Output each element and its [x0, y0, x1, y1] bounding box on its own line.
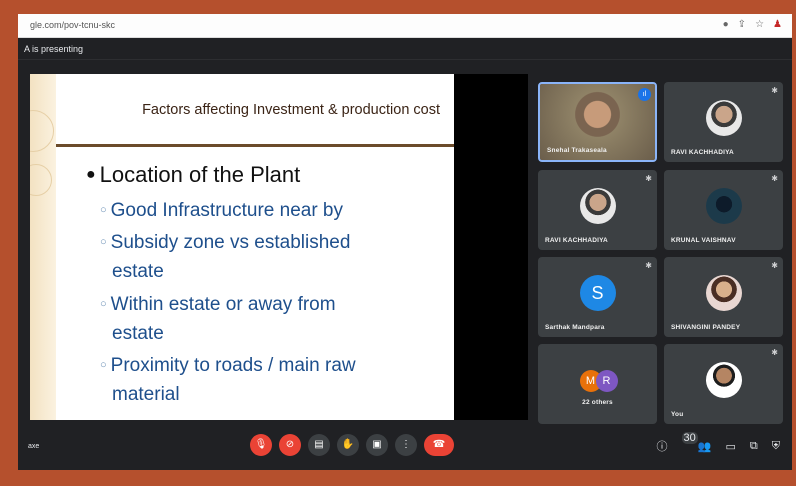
- self-tile[interactable]: ✱ You: [664, 344, 783, 424]
- others-avatars: M R: [579, 370, 618, 392]
- participant-name: SHIVANGINI PANDEY: [671, 324, 741, 331]
- others-count: 22 others: [582, 399, 613, 406]
- captions-icon: ▤: [314, 439, 324, 450]
- avatar: [705, 275, 742, 311]
- hand-icon: ✋: [341, 439, 355, 450]
- slide-decoration: [30, 74, 56, 420]
- slide-main-bullet-text: Location of the Plant: [99, 162, 301, 187]
- key-icon[interactable]: ●: [723, 18, 729, 32]
- more-options-button[interactable]: ⋮: [395, 434, 417, 456]
- presentation-slide: Factors affecting Investment & productio…: [30, 74, 454, 420]
- participant-name: RAVI KACHHADIYA: [545, 237, 608, 244]
- slide-sub-text: estate: [112, 323, 164, 344]
- slide-sub-bullet: ○ Subsidy zone vs established estate: [100, 228, 440, 286]
- browser-address-bar[interactable]: gle.com/pov-tcnu-skc ● ⇪ ☆ ♟: [18, 14, 792, 38]
- slide-sub-text: material: [112, 384, 180, 405]
- share-icon[interactable]: ⇪: [738, 18, 746, 32]
- chat-icon[interactable]: ▭: [725, 440, 735, 453]
- slide-header: Factors affecting Investment & productio…: [56, 74, 454, 144]
- presenting-text: A is presenting: [24, 44, 84, 54]
- side-controls: ⓘ 30👥 ▭ ⧉ ⛨: [657, 431, 780, 454]
- presenting-banner: A is presenting: [18, 38, 792, 60]
- meeting-code: axe: [28, 443, 40, 450]
- participant-name: RAVI KACHHADIYA: [671, 149, 734, 156]
- participant-tile[interactable]: ✱ S Sarthak Mandpara: [538, 257, 657, 337]
- mic-muted-icon: ✱: [645, 174, 652, 183]
- participant-count-badge: 30: [681, 431, 698, 444]
- browser-icons: ● ⇪ ☆ ♟: [723, 18, 782, 32]
- camera-off-button[interactable]: ⊘: [279, 434, 301, 456]
- captions-button[interactable]: ▤: [308, 434, 330, 456]
- avatar: [705, 100, 742, 136]
- mic-muted-icon: ✱: [645, 261, 652, 270]
- avatar: [579, 188, 616, 224]
- slide-sub-text: Proximity to roads / main raw: [110, 355, 356, 376]
- mic-off-button[interactable]: 🎙: [250, 434, 272, 456]
- slide-sub-bullet: ○ Good Infrastructure near by: [100, 200, 343, 221]
- profile-icon[interactable]: ♟: [773, 18, 782, 32]
- slide-main-bullet: ● Location of the Plant: [86, 162, 301, 187]
- phone-hangup-icon: ☎: [432, 439, 446, 450]
- participant-tile[interactable]: ıl Snehal Trakaseala: [538, 82, 657, 162]
- participant-tile[interactable]: ✱ SHIVANGINI PANDEY: [664, 257, 783, 337]
- mic-muted-icon: ✱: [771, 348, 778, 357]
- slide-sub-text: estate: [112, 261, 164, 282]
- control-bar: axe 🎙 ⊘ ▤ ✋ ▣ ⋮ ☎ ⓘ 30👥 ▭ ⧉ ⛨: [18, 426, 792, 470]
- participant-tile[interactable]: ✱ RAVI KACHHADIYA: [538, 170, 657, 250]
- participant-name: You: [671, 411, 684, 418]
- activities-icon[interactable]: ⧉: [750, 440, 758, 453]
- people-icon[interactable]: 30👥: [681, 431, 711, 453]
- slide-title: Factors affecting Investment & productio…: [142, 102, 440, 118]
- avatar: S: [579, 275, 616, 311]
- slide-sub-text: Subsidy zone vs established: [110, 232, 351, 253]
- call-controls: 🎙 ⊘ ▤ ✋ ▣ ⋮ ☎: [250, 434, 454, 456]
- star-icon[interactable]: ☆: [755, 18, 764, 32]
- avatar: [705, 188, 742, 224]
- info-icon[interactable]: ⓘ: [657, 438, 668, 454]
- raise-hand-button[interactable]: ✋: [337, 434, 359, 456]
- leave-call-button[interactable]: ☎: [424, 434, 454, 456]
- participant-name: Snehal Trakaseala: [547, 147, 607, 154]
- slide-sub-bullet: ○ Within estate or away from estate: [100, 290, 440, 348]
- participant-tile[interactable]: ✱ KRUNAL VAISHNAV: [664, 170, 783, 250]
- presentation-letterbox: [454, 74, 528, 420]
- host-controls-icon[interactable]: ⛨: [772, 440, 780, 453]
- camera-off-icon: ⊘: [285, 439, 295, 450]
- participant-name: Sarthak Mandpara: [545, 324, 605, 331]
- avatar: [705, 362, 742, 398]
- avatar: R: [595, 370, 618, 392]
- mic-off-icon: 🎙: [254, 439, 268, 450]
- url-text[interactable]: gle.com/pov-tcnu-skc: [30, 20, 115, 30]
- slide-sub-text: Good Infrastructure near by: [110, 200, 343, 221]
- slide-sub-bullet: ○ Proximity to roads / main raw material: [100, 351, 440, 409]
- slide-divider: [56, 144, 454, 147]
- mic-muted-icon: ✱: [771, 174, 778, 183]
- speaking-indicator-icon: ıl: [638, 88, 651, 101]
- participant-tile[interactable]: ✱ RAVI KACHHADIYA: [664, 82, 783, 162]
- present-icon: ▣: [372, 439, 382, 450]
- slide-sub-text: Within estate or away from: [110, 294, 336, 315]
- present-button[interactable]: ▣: [366, 434, 388, 456]
- more-icon: ⋮: [401, 439, 411, 450]
- mic-muted-icon: ✱: [771, 261, 778, 270]
- mic-muted-icon: ✱: [771, 86, 778, 95]
- meet-window: gle.com/pov-tcnu-skc ● ⇪ ☆ ♟ A is presen…: [18, 14, 792, 470]
- participant-name: KRUNAL VAISHNAV: [671, 237, 736, 244]
- others-tile[interactable]: M R 22 others: [538, 344, 657, 424]
